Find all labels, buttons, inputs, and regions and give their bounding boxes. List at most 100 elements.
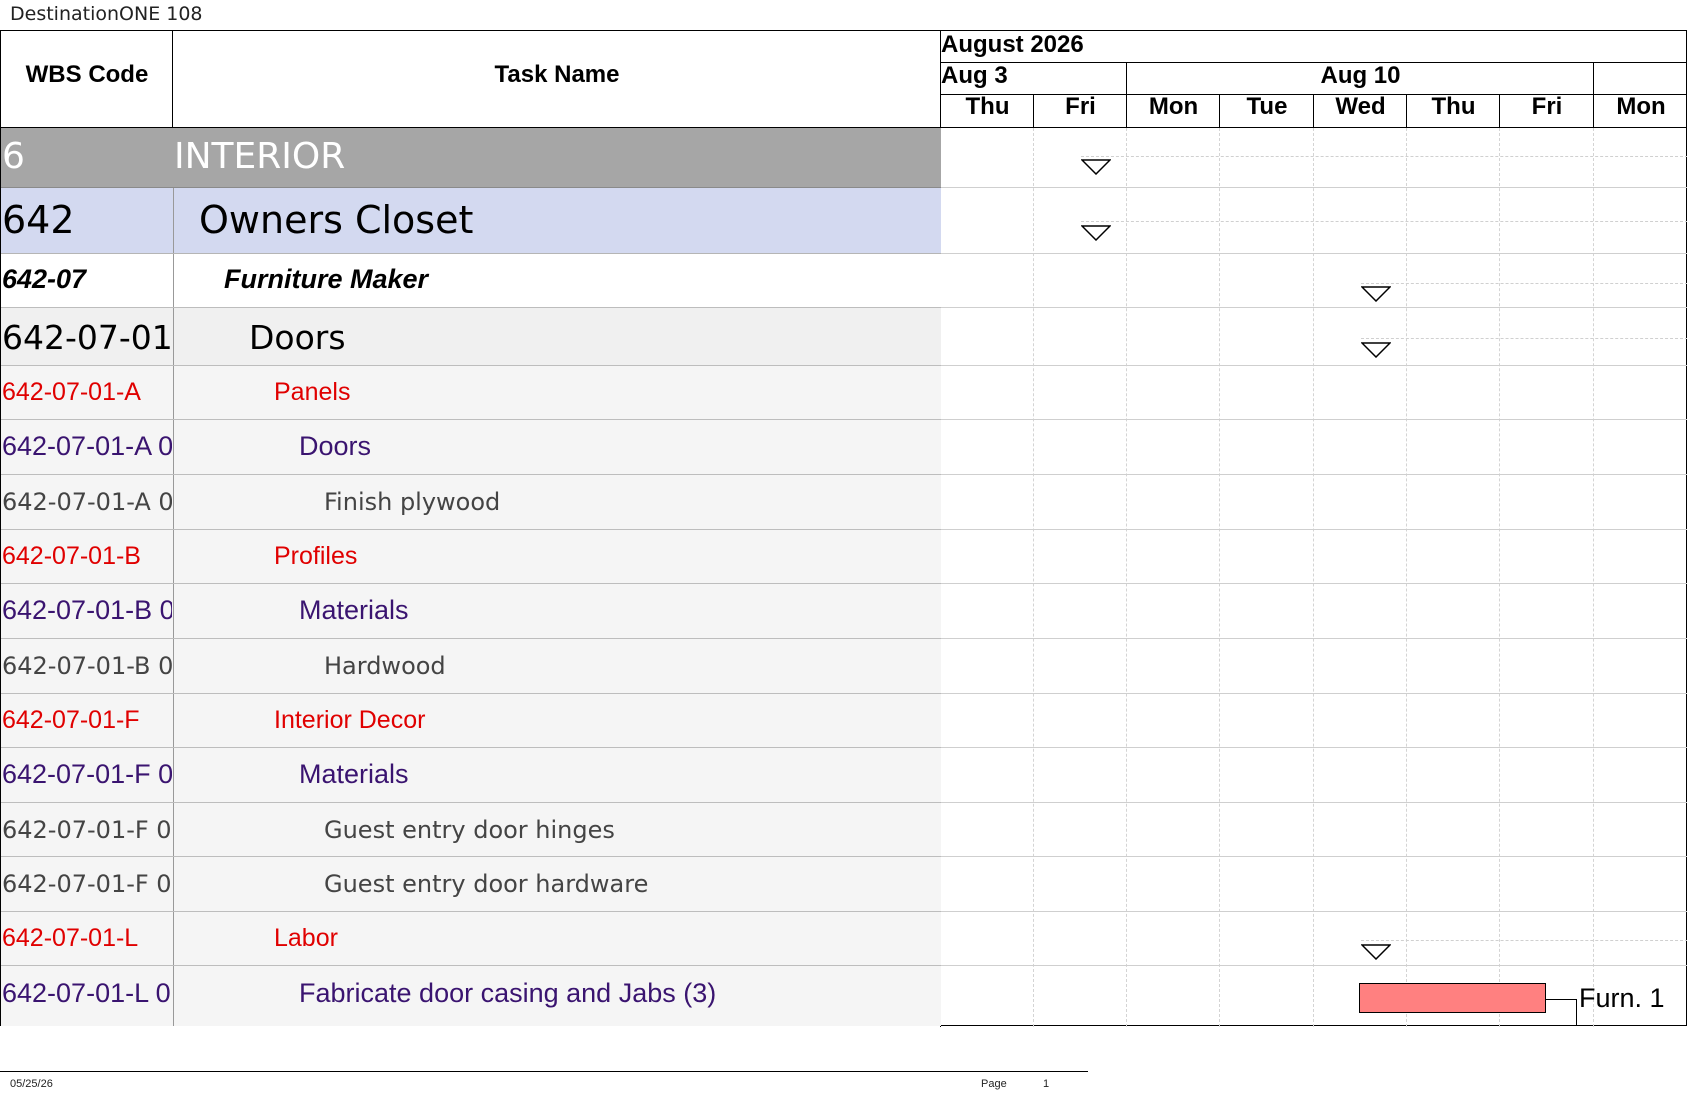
table-row[interactable]: 642-07-01-L Labor [1,912,941,966]
table-row[interactable]: 642-07-01-F Interior Decor [1,694,941,748]
gantt-row [941,584,1687,639]
wbs-code: 642-07-01-A 01 [2,488,172,516]
wbs-code: 642-07-01-L 01 [2,978,172,1008]
gantt-row [941,254,1687,308]
task-name: Hardwood [324,652,446,680]
task-name: Owners Closet [199,198,474,242]
task-bar[interactable] [1359,983,1546,1013]
timescale-day: Mon [1616,93,1666,120]
wbs-code: 642-07-01 [2,318,172,357]
wbs-code: 642-07-01-B 01 [2,652,172,680]
wbs-column-header[interactable]: WBS Code [1,61,173,89]
footer-date: 05/25/26 [10,1078,53,1090]
timescale-day: Fri [1065,93,1096,120]
table-row[interactable]: 642-07-01-B Profiles [1,530,941,584]
wbs-code: 642 [2,198,75,242]
timescale-week-2: Aug 10 [1320,62,1401,89]
timescale-month: August 2026 [941,31,1084,58]
summary-span [1361,338,1687,339]
gantt-row [941,366,1687,420]
table-row[interactable]: 642-07-01-B 01 Materials [1,584,941,639]
divider [173,366,174,419]
task-name: Panels [274,378,351,406]
divider [173,694,174,747]
task-bar-label: Furn. 1 [1579,983,1665,1013]
gantt-row [941,694,1687,748]
wbs-code: 642-07-01-L [2,924,139,952]
divider [1033,94,1034,127]
timescale-day: Wed [1335,93,1386,120]
table-row[interactable]: 642-07-01 Doors [1,308,941,366]
timescale-day: Tue [1246,93,1288,120]
timescale-day: Fri [1531,93,1563,120]
table-row[interactable]: 642-07-01-L 01 Fabricate door casing and… [1,966,941,1026]
task-name: Guest entry door hinges [324,816,615,844]
wbs-code: 642-07-01-F [2,706,140,734]
divider [173,912,174,965]
task-name-column-header[interactable]: Task Name [173,61,941,89]
document-title: DestinationONE 108 [10,3,203,25]
divider [173,966,174,1026]
table-row[interactable]: 6 INTERIOR [1,128,941,188]
wbs-code: 642-07 [2,264,87,294]
divider [1313,94,1314,127]
wbs-code: 642-07-01-A 01 [2,431,172,461]
gantt-table: WBS Code Task Name August 2026 Aug 3 Aug… [0,30,1687,1027]
table-row[interactable]: 642-07-01-A 01 Finish plywood [1,475,941,530]
task-name: INTERIOR [174,136,346,177]
table-row[interactable]: 642-07-01-F 01 Guest entry door hinges [1,803,941,857]
timescale-week-1: Aug 3 [941,62,1008,89]
timescale-day: Thu [965,93,1010,120]
divider [173,748,174,802]
divider [1219,94,1220,127]
table-row[interactable]: 642-07-01-B 01 Hardwood [1,639,941,694]
gantt-row [941,639,1687,694]
divider [173,530,174,583]
divider [173,857,174,911]
gantt-row [941,475,1687,530]
task-name: Materials [299,595,409,625]
dependency-link [1516,1025,1577,1026]
summary-span [1361,283,1687,284]
task-name: Fabricate door casing and Jabs (3) [299,978,717,1008]
divider [173,803,174,856]
divider [173,420,174,474]
wbs-code: 642-07-01-B [2,542,141,570]
divider [1126,62,1127,127]
gantt-row [941,530,1687,584]
divider [1593,62,1594,127]
wbs-code: 642-07-01-F 01 [2,759,172,789]
table-row[interactable]: 642-07-01-F 01 Guest entry door hardware [1,857,941,912]
wbs-code: 6 [2,136,25,177]
timescale-day: Thu [1431,93,1476,120]
table-row[interactable]: 642-07-01-F 01 Materials [1,748,941,803]
task-name: Profiles [274,542,358,570]
task-name: Doors [299,431,372,461]
footer-page-label: Page [981,1078,1007,1090]
divider [172,31,173,127]
divider [173,475,174,529]
divider [173,188,174,253]
wbs-code: 642-07-01-B 01 [2,595,172,625]
gantt-row [941,420,1687,475]
divider [1499,94,1500,127]
divider [940,62,1687,63]
divider [173,308,174,365]
task-name: Labor [274,924,338,952]
table-row[interactable]: 642-07-01-A Panels [1,366,941,420]
gantt-row [941,803,1687,857]
table-row[interactable]: 642-07-01-A 01 Doors [1,420,941,475]
table-row[interactable]: 642 Owners Closet [1,188,941,254]
divider [173,584,174,638]
gantt-row [941,857,1687,912]
task-name: Doors [249,318,346,357]
task-name: Materials [299,759,409,789]
table-row[interactable]: 642-07 Furniture Maker [1,254,941,308]
timescale-day: Mon [1148,93,1199,120]
summary-span [1081,221,1687,222]
wbs-code: 642-07-01-A [2,378,141,406]
wbs-code: 642-07-01-F 01 [2,870,172,898]
divider [1406,94,1407,127]
gantt-row [941,308,1687,366]
task-name: Guest entry door hardware [324,870,649,898]
